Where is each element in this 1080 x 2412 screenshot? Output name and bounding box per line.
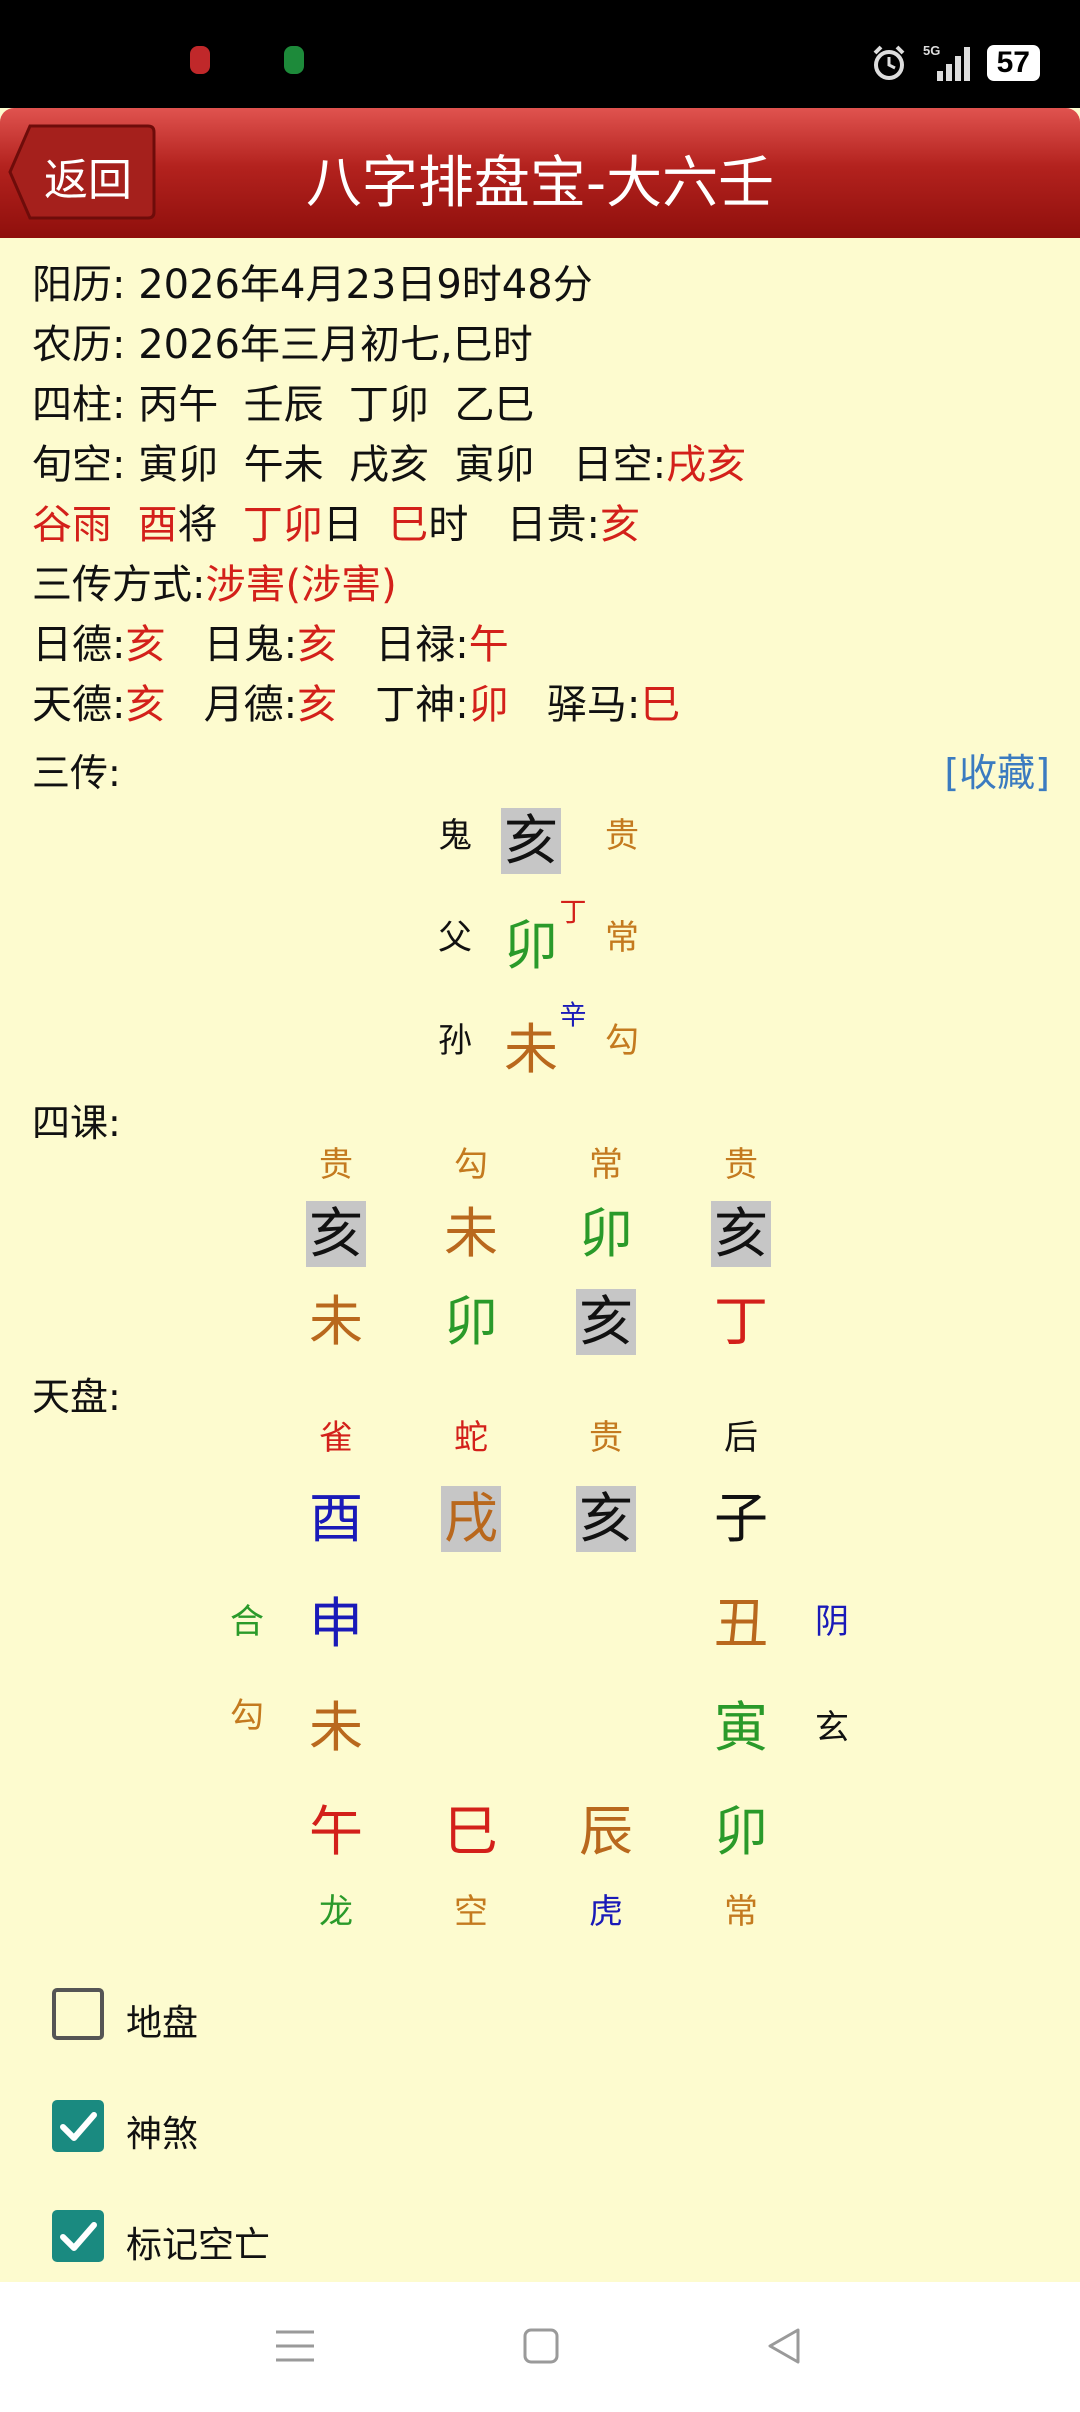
sanchuan-branch: 未 xyxy=(504,1018,558,1081)
sanchuan-stem-marker: 丁 xyxy=(559,897,587,929)
mark-kongwang-checkbox-label[interactable]: 标记空亡 xyxy=(126,2216,270,2268)
sike-god: 常 xyxy=(589,1145,623,1185)
solar-date-line: 阳历: 2026年4月23日9时48分 xyxy=(32,262,593,308)
tianpan-branch: 未 xyxy=(309,1696,363,1759)
tianpan-branch: 午 xyxy=(309,1800,363,1863)
svg-text:5G: 5G xyxy=(923,43,940,58)
mark-kongwang-checkbox[interactable] xyxy=(52,2210,104,2262)
xunkong-line: 旬空: 寅卯 午未 戌亥 寅卯 日空:戌亥 xyxy=(32,442,747,488)
sike-upper: 亥 xyxy=(306,1201,366,1267)
sike-god: 贵 xyxy=(724,1145,758,1185)
tianpan-branch: 丑 xyxy=(714,1592,768,1655)
checkmark-icon xyxy=(60,2222,97,2251)
tiande-line: 天德:亥 月德:亥 丁神:卯 驿马:巳 xyxy=(32,682,681,728)
tianpan-god: 虎 xyxy=(589,1892,623,1932)
tianpan-branch: 寅 xyxy=(714,1696,768,1759)
tianpan-branch: 亥 xyxy=(576,1486,636,1552)
tianpan-god: 合 xyxy=(230,1602,264,1642)
tianpan-branch: 辰 xyxy=(579,1800,633,1863)
sike-upper: 卯 xyxy=(579,1202,633,1265)
sike-lower: 亥 xyxy=(576,1289,636,1355)
sike-lower: 丁 xyxy=(714,1290,768,1353)
page-title: 八字排盘宝-大六壬 xyxy=(305,151,775,216)
app-header: 返回 八字排盘宝-大六壬 xyxy=(0,108,1080,238)
sanchuan-god: 勾 xyxy=(605,1021,639,1061)
sanchuan-branch: 卯 xyxy=(504,914,558,977)
tianpan-god: 后 xyxy=(724,1418,758,1458)
notification-icon xyxy=(190,46,210,74)
tianpan-god: 贵 xyxy=(589,1418,623,1458)
notification-icon xyxy=(284,46,304,74)
tianpan-god: 勾 xyxy=(230,1696,264,1736)
diban-checkbox[interactable] xyxy=(52,1988,104,2040)
ride-line: 日德:亥 日鬼:亥 日禄:午 xyxy=(32,622,509,668)
lunar-date-line: 农历: 2026年三月初七,巳时 xyxy=(32,322,533,368)
system-nav-bar xyxy=(0,2282,1080,2412)
sike-god: 贵 xyxy=(319,1145,353,1185)
tianpan-branch: 巳 xyxy=(444,1800,498,1863)
back-nav-icon[interactable] xyxy=(764,2326,804,2366)
jieqi-line: 谷雨 酉将 丁卯日 巳时 日贵:亥 xyxy=(32,502,640,548)
sanchuan-method-line: 三传方式:涉害(涉害) xyxy=(32,562,397,608)
four-pillars-line: 四柱: 丙午 壬辰 丁卯 乙巳 xyxy=(32,382,535,428)
tianpan-god: 蛇 xyxy=(454,1418,488,1458)
tianpan-god: 龙 xyxy=(319,1892,353,1932)
tianpan-god: 玄 xyxy=(815,1708,849,1748)
menu-icon[interactable] xyxy=(274,2326,316,2366)
tianpan-god: 雀 xyxy=(319,1418,353,1458)
sanchuan-label: 三传: xyxy=(32,751,121,795)
tianpan-label: 天盘: xyxy=(32,1375,121,1419)
home-icon[interactable] xyxy=(522,2326,560,2366)
tianpan-branch: 卯 xyxy=(714,1800,768,1863)
tianpan-god: 空 xyxy=(454,1892,488,1932)
sanchuan-relation: 父 xyxy=(438,918,472,958)
tianpan-branch: 子 xyxy=(714,1487,768,1550)
shensha-checkbox[interactable] xyxy=(52,2100,104,2152)
diban-checkbox-label[interactable]: 地盘 xyxy=(126,1994,198,2046)
shensha-checkbox-label[interactable]: 神煞 xyxy=(126,2105,198,2157)
sike-lower: 卯 xyxy=(444,1290,498,1353)
tianpan-god: 阴 xyxy=(815,1602,849,1642)
status-bar: 5G 57 xyxy=(0,0,1080,108)
sike-lower: 未 xyxy=(309,1290,363,1353)
tianpan-branch: 申 xyxy=(309,1592,363,1655)
sanchuan-relation: 鬼 xyxy=(438,816,472,856)
tianpan-god: 常 xyxy=(724,1892,758,1932)
sanchuan-branch: 亥 xyxy=(501,808,561,874)
checkmark-icon xyxy=(60,2112,97,2141)
sike-upper: 亥 xyxy=(711,1201,771,1267)
sanchuan-relation: 孙 xyxy=(438,1021,472,1061)
favorite-link[interactable]: [收藏] xyxy=(944,742,1050,797)
sike-label: 四课: xyxy=(32,1101,121,1145)
tianpan-branch: 酉 xyxy=(309,1487,363,1550)
sanchuan-god: 常 xyxy=(605,918,639,958)
sanchuan-god: 贵 xyxy=(605,816,639,856)
signal-5g-icon: 5G xyxy=(923,43,970,81)
alarm-icon xyxy=(873,45,905,80)
sike-god: 勾 xyxy=(454,1145,488,1185)
sanchuan-stem-marker: 辛 xyxy=(559,1000,587,1032)
sike-upper: 未 xyxy=(444,1202,498,1265)
tianpan-branch: 戌 xyxy=(441,1486,501,1552)
battery-indicator: 57 xyxy=(986,45,1040,81)
